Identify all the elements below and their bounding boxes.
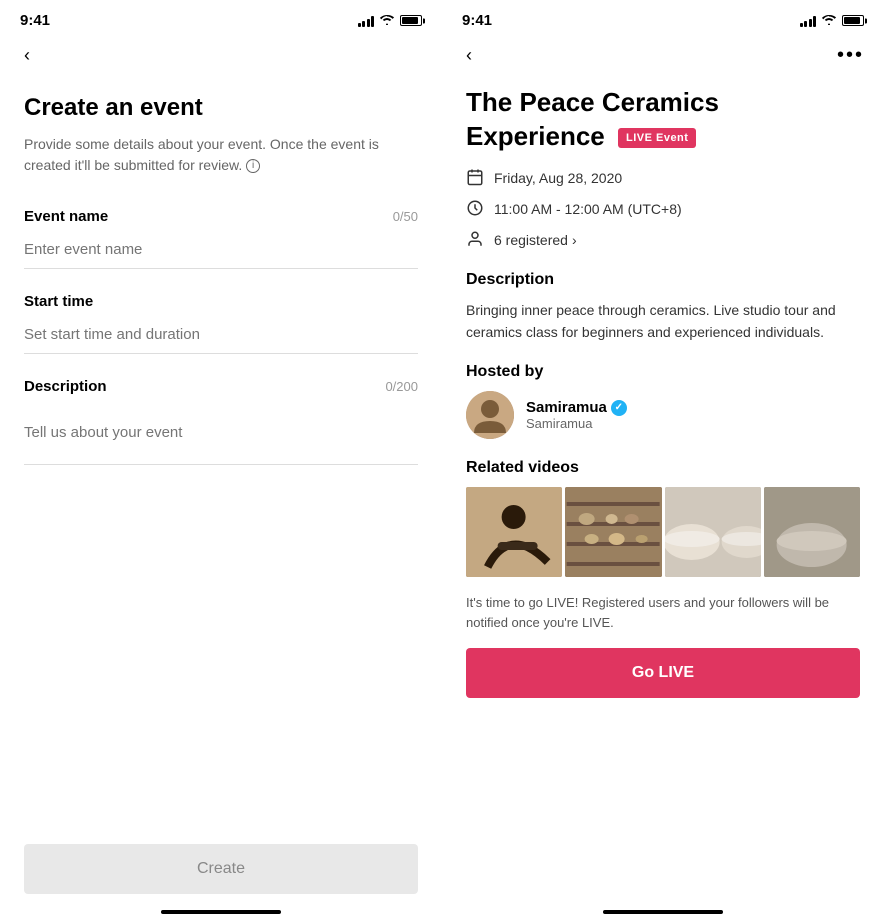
more-button[interactable]: ••• [837,44,864,67]
nav-bar-left: ‹ [0,37,442,78]
thumb-3-svg [665,487,761,577]
status-icons-left [358,13,423,28]
wifi-icon [379,13,395,28]
signal-icon-right [800,15,817,27]
start-time-field: Start time [24,293,418,354]
home-indicator-right [603,910,723,914]
event-title: The Peace Ceramics Experience LIVE Event [466,86,860,154]
event-name-label: Event name [24,208,108,225]
go-live-button[interactable]: Go LIVE [466,648,860,698]
time-row: 11:00 AM - 12:00 AM (UTC+8) [466,199,860,220]
video-thumbnails [466,487,860,577]
description-count: 0/200 [385,379,418,394]
date-row: Friday, Aug 28, 2020 [466,168,860,189]
create-event-phone: 9:41 ‹ [0,0,442,922]
status-bar-right: 9:41 [442,0,884,37]
description-heading: Description [466,271,860,289]
back-button-left[interactable]: ‹ [20,41,34,70]
create-event-subtitle: Provide some details about your event. O… [24,134,418,176]
host-row[interactable]: Samiramua ✓ Samiramua [466,391,860,439]
battery-icon-right [842,15,864,26]
thumb-2-svg [565,487,661,577]
registered-row[interactable]: 6 registered › [466,230,860,251]
description-input[interactable] [24,405,418,465]
description-field: Description 0/200 [24,378,418,465]
person-icon [466,230,484,251]
hosted-by-heading: Hosted by [466,363,860,381]
host-avatar [466,391,514,439]
nav-bar-right: ‹ ••• [442,37,884,78]
event-time: 11:00 AM - 12:00 AM (UTC+8) [494,201,682,217]
description-label: Description [24,378,107,395]
verified-icon: ✓ [611,400,627,416]
status-bar-left: 9:41 [0,0,442,37]
host-section: Hosted by [466,363,860,439]
battery-icon [400,15,422,26]
event-name-field: Event name 0/50 [24,208,418,269]
info-icon[interactable]: i [246,159,260,173]
event-detail-phone: 9:41 ‹ ••• [442,0,884,922]
host-name: Samiramua ✓ [526,399,627,416]
go-live-notice: It's time to go LIVE! Registered users a… [466,593,860,632]
start-time-label: Start time [24,293,93,310]
host-handle: Samiramua [526,416,627,431]
home-indicator-left [161,910,281,914]
video-thumb-1[interactable] [466,487,562,577]
description-text: Bringing inner peace through ceramics. L… [466,299,860,344]
create-button[interactable]: Create [24,844,418,894]
wifi-icon-right [821,13,837,28]
signal-icon [358,15,375,27]
avatar-silhouette [466,391,514,439]
host-info: Samiramua ✓ Samiramua [526,399,627,431]
create-event-content: Create an event Provide some details abo… [0,78,442,922]
event-name-input[interactable] [24,235,418,269]
thumb-4-svg [764,487,860,577]
start-time-input[interactable] [24,320,418,354]
clock-icon [466,199,484,220]
create-btn-area: Create [24,844,418,894]
video-thumb-4[interactable] [764,487,860,577]
status-time-left: 9:41 [20,12,50,29]
event-name-count: 0/50 [393,209,418,224]
video-thumb-2[interactable] [565,487,661,577]
description-section: Description Bringing inner peace through… [466,271,860,344]
status-time-right: 9:41 [462,12,492,29]
video-thumb-3[interactable] [665,487,761,577]
host-avatar-img [466,391,514,439]
related-videos-section: Related videos [466,459,860,577]
create-event-title: Create an event [24,94,418,122]
registered-count[interactable]: 6 registered › [494,232,577,248]
event-date: Friday, Aug 28, 2020 [494,170,622,186]
back-button-right[interactable]: ‹ [462,41,476,70]
thumb-1-svg [466,487,562,577]
related-videos-heading: Related videos [466,459,860,477]
event-meta: Friday, Aug 28, 2020 11:00 AM - 12:00 AM… [466,168,860,251]
calendar-icon [466,168,484,189]
status-icons-right [800,13,865,28]
event-detail-content: The Peace Ceramics Experience LIVE Event [442,78,884,922]
live-badge: LIVE Event [618,128,696,148]
